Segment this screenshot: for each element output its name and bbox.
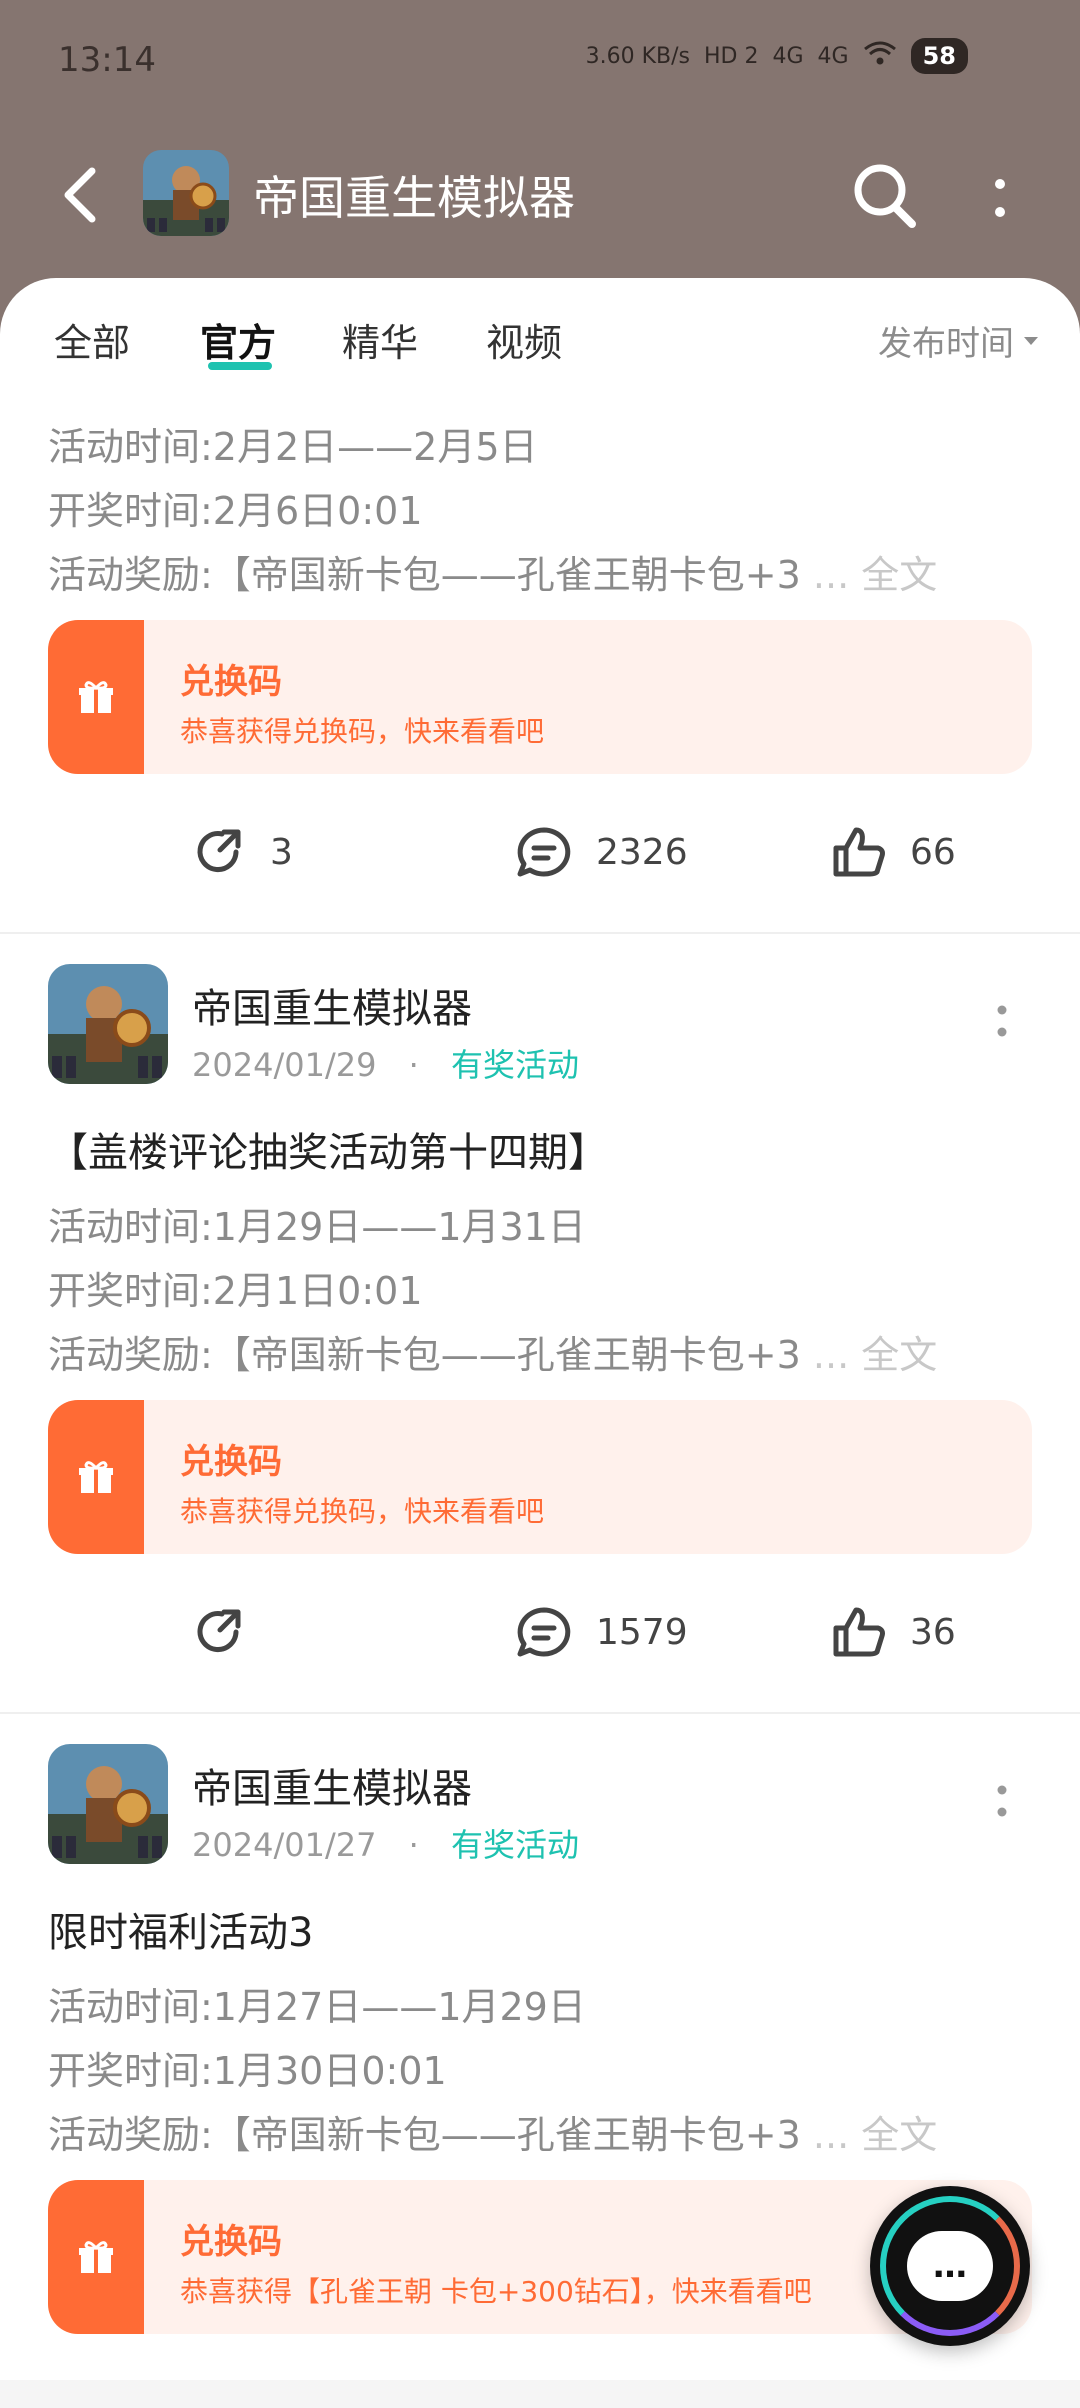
share-action[interactable]: 3	[192, 824, 293, 880]
post-divider	[0, 1712, 1080, 1714]
status-icons: 3.60 KB/s HD 2 4G 4G 58	[586, 38, 968, 74]
author-avatar[interactable]	[48, 1744, 168, 1864]
search-icon	[854, 164, 916, 228]
post-line-draw-time: 开奖时间:2月6日0:01	[48, 489, 423, 533]
comment-icon	[517, 1607, 571, 1657]
post-line-draw-time: 开奖时间:1月30日0:01	[48, 2049, 447, 2093]
post-more-button[interactable]	[990, 1776, 1014, 1836]
post-more-button[interactable]	[990, 996, 1014, 1056]
redeem-code-card[interactable]: 兑换码 恭喜获得兑换码，快来看看吧	[48, 620, 1032, 774]
hd-badge: HD 2	[704, 43, 759, 69]
more-menu-button[interactable]	[975, 164, 1025, 234]
post-tag[interactable]: 有奖活动	[451, 1826, 579, 1864]
share-icon	[197, 1609, 241, 1653]
coupon-desc: 恭喜获得【孔雀王朝 卡包+300钻石】，快来看看吧	[180, 2275, 812, 2308]
coupon-title: 兑换码	[180, 1442, 282, 1482]
post-line-reward: 活动奖励:【帝国新卡包——孔雀王朝卡包+3 ... 全文	[48, 1324, 937, 1379]
tab-official[interactable]: 官方	[200, 312, 276, 367]
comment-icon	[517, 827, 571, 877]
game-icon	[143, 150, 229, 236]
post-line-activity-time: 活动时间:1月29日——1月31日	[48, 1205, 586, 1249]
reward-text: 活动奖励:【帝国新卡包——孔雀王朝卡包+3	[48, 553, 801, 597]
like-action[interactable]: 36	[830, 1604, 956, 1660]
share-icon	[197, 829, 241, 873]
read-more-link[interactable]: ... 全文	[813, 553, 937, 597]
sort-label: 发布时间	[878, 324, 1014, 364]
like-action[interactable]: 66	[830, 824, 956, 880]
back-arrow-icon	[64, 167, 96, 223]
coupon-desc: 恭喜获得兑换码，快来看看吧	[180, 715, 545, 748]
reward-text: 活动奖励:【帝国新卡包——孔雀王朝卡包+3	[48, 1333, 801, 1377]
share-action[interactable]	[192, 1604, 270, 1660]
like-count: 36	[910, 1611, 956, 1653]
post-line-activity-time: 活动时间:1月27日——1月29日	[48, 1985, 586, 2029]
wifi-icon	[863, 40, 897, 72]
share-count: 3	[270, 831, 293, 873]
more-vertical-icon	[997, 1785, 1007, 1817]
tab-video[interactable]: 视频	[486, 312, 562, 367]
coupon-title: 兑换码	[180, 2222, 282, 2262]
thumbs-up-icon	[833, 827, 885, 877]
coupon-desc: 恭喜获得兑换码，快来看看吧	[180, 1495, 545, 1528]
post-title[interactable]: 【盖楼评论抽奖活动第十四期】	[48, 1120, 608, 1178]
more-vertical-icon	[995, 179, 1005, 217]
post-line-reward: 活动奖励:【帝国新卡包——孔雀王朝卡包+3 ... 全文	[48, 544, 937, 599]
app-header: 帝国重生模拟器	[0, 120, 1080, 280]
status-time: 13:14	[58, 40, 156, 80]
signal-2: 4G	[817, 43, 849, 69]
post-line-reward: 活动奖励:【帝国新卡包——孔雀王朝卡包+3 ... 全文	[48, 2104, 937, 2159]
tab-featured[interactable]: 精华	[342, 312, 418, 367]
page-title: 帝国重生模拟器	[253, 171, 575, 225]
post-meta: 2024/01/29 · 有奖活动	[192, 1040, 579, 1086]
search-button[interactable]	[850, 154, 920, 234]
tab-all[interactable]: 全部	[54, 312, 130, 367]
next-post-actions-partial	[0, 2380, 1080, 2408]
floating-chat-button[interactable]: …	[870, 2186, 1030, 2346]
status-bar: 13:14 3.60 KB/s HD 2 4G 4G 58	[0, 0, 1080, 120]
author-avatar[interactable]	[48, 964, 168, 1084]
author-name[interactable]: 帝国重生模拟器	[192, 1756, 472, 1814]
comment-count: 1579	[596, 1611, 688, 1653]
post-divider	[0, 932, 1080, 934]
read-more-link[interactable]: ... 全文	[813, 2113, 937, 2157]
filter-tabs: 全部 官方 精华 视频 发布时间	[0, 278, 1080, 388]
gift-icon	[48, 620, 144, 774]
gift-icon	[48, 1400, 144, 1554]
comment-action[interactable]: 1579	[514, 1604, 688, 1660]
post-meta: 2024/01/27 · 有奖活动	[192, 1820, 579, 1866]
net-speed: 3.60 KB/s	[585, 43, 691, 69]
author-name[interactable]: 帝国重生模拟器	[192, 976, 472, 1034]
thumbs-up-icon	[833, 1607, 885, 1657]
content-sheet: 全部 官方 精华 视频 发布时间 活动时间:2月2日——2月5日 开奖时间:2月…	[0, 278, 1080, 2408]
chat-bubble-icon: …	[907, 2231, 993, 2301]
meta-separator: ·	[408, 1826, 419, 1864]
reward-text: 活动奖励:【帝国新卡包——孔雀王朝卡包+3	[48, 2113, 801, 2157]
comment-action[interactable]: 2326	[514, 824, 688, 880]
sort-dropdown[interactable]: 发布时间	[878, 316, 1040, 365]
post-line-activity-time: 活动时间:2月2日——2月5日	[48, 425, 538, 469]
gift-icon	[48, 2180, 144, 2334]
more-vertical-icon	[997, 1005, 1007, 1037]
post-line-draw-time: 开奖时间:2月1日0:01	[48, 1269, 423, 1313]
chat-bubble-glyph: …	[933, 2246, 967, 2286]
redeem-code-card[interactable]: 兑换码 恭喜获得兑换码，快来看看吧	[48, 1400, 1032, 1554]
post-date: 2024/01/27	[192, 1826, 377, 1864]
back-button[interactable]	[50, 160, 110, 230]
meta-separator: ·	[408, 1046, 419, 1084]
like-count: 66	[910, 831, 956, 873]
signal-1: 4G	[772, 43, 804, 69]
battery-indicator: 58	[910, 38, 968, 74]
post-date: 2024/01/29	[192, 1046, 377, 1084]
post-tag[interactable]: 有奖活动	[451, 1046, 579, 1084]
coupon-title: 兑换码	[180, 662, 282, 702]
comment-count: 2326	[596, 831, 688, 873]
caret-down-icon	[1024, 336, 1038, 345]
post-title[interactable]: 限时福利活动3	[48, 1900, 313, 1958]
active-tab-indicator	[208, 362, 272, 370]
read-more-link[interactable]: ... 全文	[813, 1333, 937, 1377]
